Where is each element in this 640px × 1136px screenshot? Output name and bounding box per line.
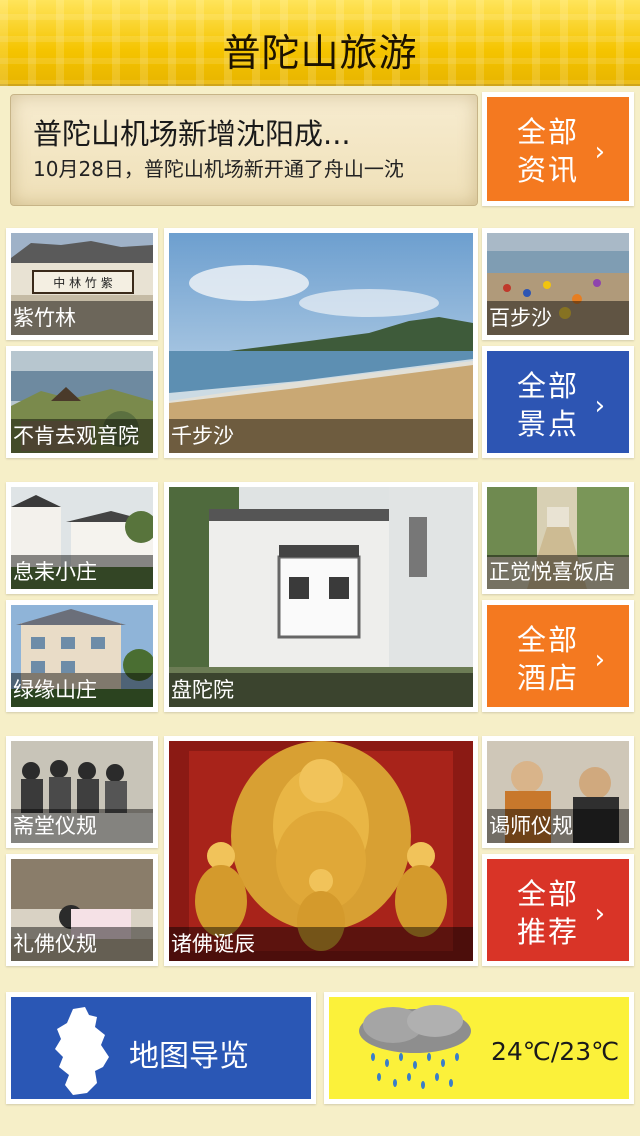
tile-caption: 不肯去观音院 <box>11 419 153 453</box>
map-guide-button[interactable]: 地图导览 <box>6 992 316 1104</box>
tile-lifo[interactable]: 礼佛仪规 <box>6 854 158 966</box>
tile-ximoxiaozhuang[interactable]: 息耒小庄 <box>6 482 158 594</box>
tile-yeshi[interactable]: 谒师仪规 <box>482 736 634 848</box>
tile-caption: 斋堂仪规 <box>11 809 153 843</box>
island-map-icon <box>55 1007 109 1095</box>
tile-caption: 谒师仪规 <box>487 809 629 843</box>
tile-caption: 紫竹林 <box>11 301 153 335</box>
tile-zhaitang[interactable]: 斋堂仪规 <box>6 736 158 848</box>
tile-caption: 诸佛诞辰 <box>169 927 473 961</box>
chevron-right-icon: › <box>594 137 605 167</box>
news-headline: 普陀山机场新增沈阳成... <box>33 117 351 151</box>
tile-zhengjue[interactable]: 正觉悦喜饭店 <box>482 482 634 594</box>
app-header: 普陀山旅游 <box>0 0 640 86</box>
news-summary: 10月28日，普陀山机场新开通了舟山一沈 <box>33 157 404 181</box>
tile-zhufodanchen[interactable]: 诸佛诞辰 <box>164 736 478 966</box>
tile-caption: 礼佛仪规 <box>11 927 153 961</box>
tile-caption: 息耒小庄 <box>11 555 153 589</box>
tile-qianbusha[interactable]: 千步沙 <box>164 228 478 458</box>
chevron-right-icon: › <box>594 391 605 421</box>
tile-lvyuanshanzhuang[interactable]: 绿缘山庄 <box>6 600 158 712</box>
app-title: 普陀山旅游 <box>222 31 418 75</box>
all-scenic-label: 全部 景点 <box>517 369 580 441</box>
svg-text:中 林 竹 紫: 中 林 竹 紫 <box>53 275 112 290</box>
all-recommend-button[interactable]: 全部 推荐 › <box>482 854 634 966</box>
tile-caption: 绿缘山庄 <box>11 673 153 707</box>
tile-caption: 盘陀院 <box>169 673 473 707</box>
news-card[interactable]: 普陀山机场新增沈阳成... 10月28日，普陀山机场新开通了舟山一沈 <box>10 94 478 206</box>
weather-temperature: 24℃/23℃ <box>491 1037 620 1066</box>
all-hotels-button[interactable]: 全部 酒店 › <box>482 600 634 712</box>
rain-cloud-icon <box>359 1005 471 1089</box>
map-guide-label: 地图导览 <box>129 1039 249 1074</box>
chevron-right-icon: › <box>594 899 605 929</box>
tile-baibusha[interactable]: 百步沙 <box>482 228 634 340</box>
tile-caption: 千步沙 <box>169 419 473 453</box>
all-hotels-label: 全部 酒店 <box>517 623 580 695</box>
chevron-right-icon: › <box>594 645 605 675</box>
all-news-label: 全部 资讯 <box>517 115 580 187</box>
all-recommend-label: 全部 推荐 <box>517 877 580 949</box>
tile-bukenqu[interactable]: 不肯去观音院 <box>6 346 158 458</box>
weather-widget[interactable]: 24℃/23℃ <box>324 992 634 1104</box>
all-scenic-button[interactable]: 全部 景点 › <box>482 346 634 458</box>
all-news-button[interactable]: 全部 资讯 › <box>482 92 634 206</box>
tile-caption: 百步沙 <box>487 301 629 335</box>
tile-zizhulin[interactable]: 中 林 竹 紫 紫竹林 <box>6 228 158 340</box>
tile-caption: 正觉悦喜饭店 <box>487 555 629 589</box>
tile-pantuoyuan[interactable]: 盘陀院 <box>164 482 478 712</box>
